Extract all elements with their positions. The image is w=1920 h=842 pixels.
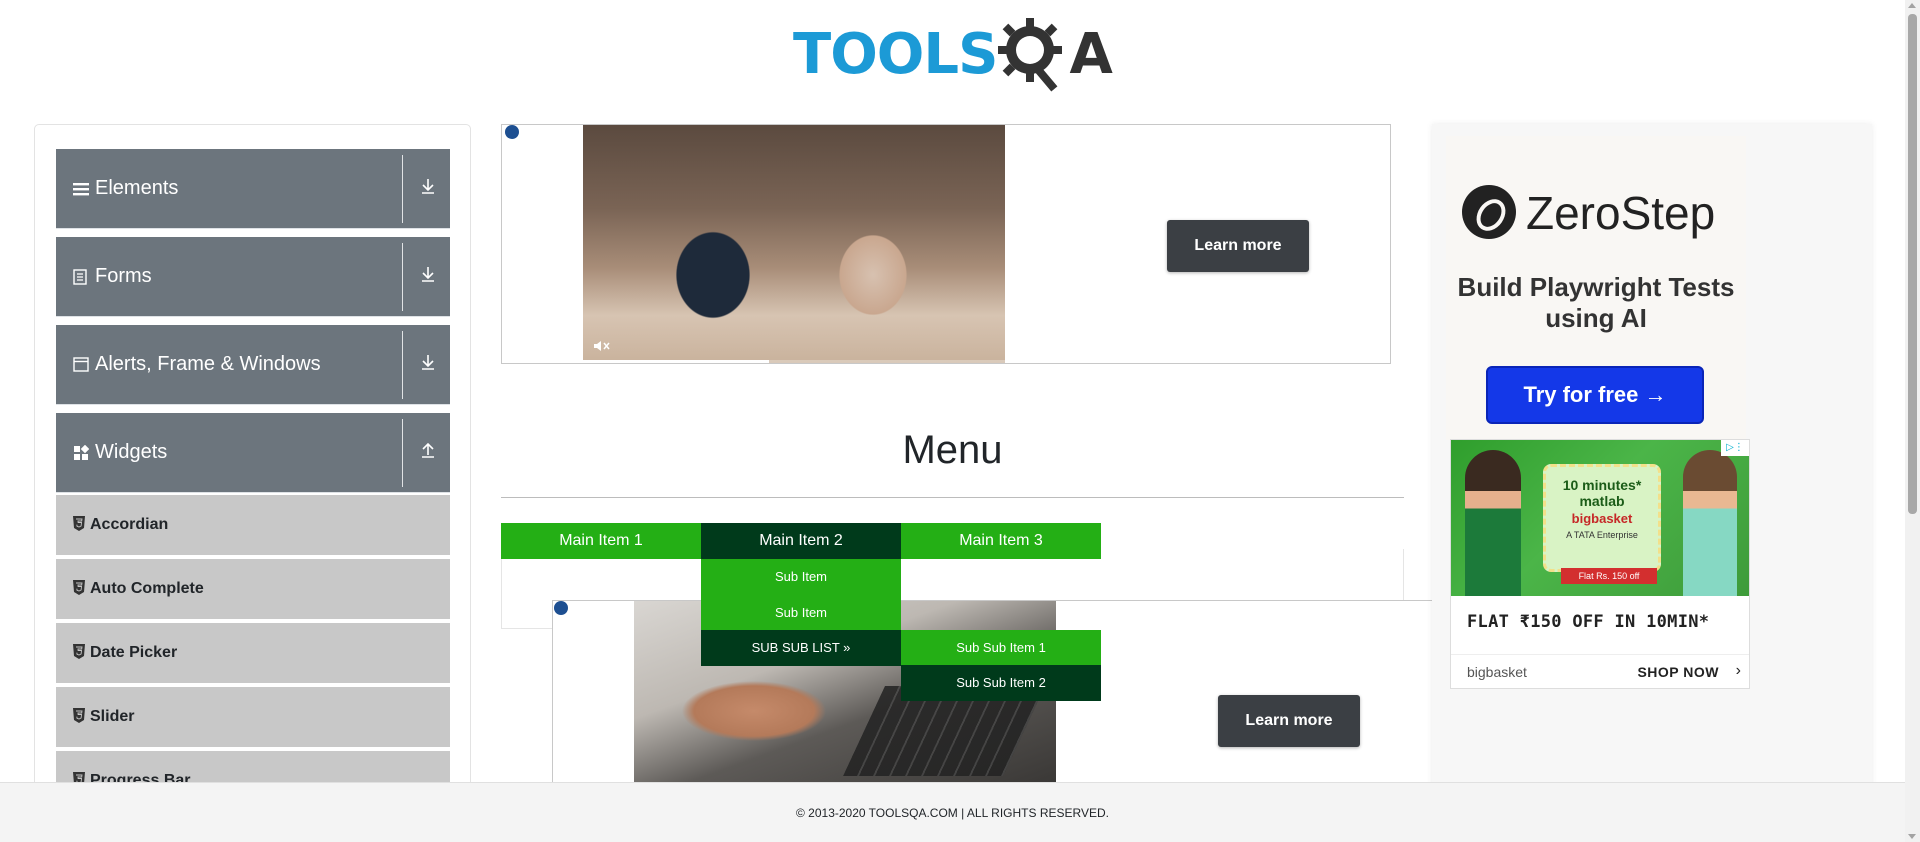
menu-sub-item[interactable]: Sub Item: [701, 559, 901, 595]
bars-icon: [73, 181, 91, 199]
right-ad-column: ZeroStep Build Playwright Tests using AI…: [1432, 124, 1872, 842]
sidebar-group-alerts[interactable]: Alerts, Frame & Windows: [56, 325, 450, 405]
download-icon[interactable]: [420, 353, 438, 375]
html5-icon: [73, 516, 87, 532]
html5-icon: [73, 708, 87, 724]
window-icon: [73, 357, 91, 375]
offer-card-subtitle: A TATA Enterprise: [1566, 530, 1638, 540]
sidebar-item-label: Auto Complete: [90, 580, 204, 597]
sidebar-group-elements[interactable]: Elements: [56, 149, 450, 229]
zerostep-name: ZeroStep: [1526, 187, 1716, 239]
site-header: TOOLS A: [0, 0, 1905, 100]
menu-sub-item[interactable]: Sub Item: [701, 595, 901, 631]
mute-icon[interactable]: [593, 339, 611, 353]
widgets-icon: [73, 444, 91, 463]
menu-sub-sub-item-1[interactable]: Sub Sub Item 1: [901, 630, 1101, 666]
menu-sub-sub-item-2[interactable]: Sub Sub Item 2: [901, 665, 1101, 701]
chevron-right-icon[interactable]: ›: [1736, 662, 1741, 680]
sidebar-item-label: Accordian: [90, 516, 169, 533]
offer-badge: Flat Rs. 150 off: [1561, 568, 1657, 584]
menu-main-item-1[interactable]: Main Item 1: [501, 523, 701, 559]
divider: [1451, 654, 1749, 655]
adchoices-icon[interactable]: [554, 601, 568, 615]
page-scrollbar[interactable]: [1905, 0, 1920, 842]
offer-card-brand: bigbasket: [1571, 511, 1633, 526]
sidebar-item-label: Date Picker: [90, 644, 178, 661]
scroll-down-arrow[interactable]: [1908, 834, 1916, 839]
offer-card-title: 10 minutes* matlab: [1562, 477, 1642, 509]
bigbasket-ad-image[interactable]: 10 minutes* matlab bigbasket A TATA Ente…: [1451, 440, 1749, 596]
scroll-up-arrow[interactable]: [1908, 3, 1916, 8]
video-progress-bar[interactable]: [583, 360, 1005, 363]
title-divider: [501, 497, 1404, 498]
sidebar-item-date-picker[interactable]: Date Picker: [56, 623, 450, 685]
scrollbar-thumb[interactable]: [1908, 14, 1917, 514]
bigbasket-ad[interactable]: 10 minutes* matlab bigbasket A TATA Ente…: [1450, 439, 1750, 689]
ad-info-icon[interactable]: ▷⋮: [1721, 440, 1749, 456]
divider: [402, 419, 403, 487]
sidebar-group-label: Elements: [95, 177, 179, 199]
person-illustration: [1683, 450, 1737, 596]
menu-main-item-3[interactable]: Main Item 3: [901, 523, 1101, 559]
menu-main-item-2[interactable]: Main Item 2: [701, 523, 901, 559]
top-video-ad[interactable]: Learn more: [501, 124, 1391, 364]
toolsqa-logo[interactable]: TOOLS A: [793, 14, 1115, 92]
ad-video[interactable]: [583, 125, 1005, 363]
sidebar-item-slider[interactable]: Slider: [56, 687, 450, 749]
left-sidebar: Elements Forms Alerts, Frame & Windows W…: [34, 124, 471, 842]
zerostep-tagline: Build Playwright Tests using AI: [1457, 272, 1735, 333]
video-progress-fill: [583, 360, 769, 363]
ad-headline[interactable]: FLAT ₹150 OFF IN 10MIN*: [1467, 612, 1709, 632]
sidebar-group-label: Alerts, Frame & Windows: [95, 353, 321, 375]
document-icon: [73, 269, 91, 287]
download-icon[interactable]: [420, 265, 438, 287]
logo-text-blue: TOOLS: [793, 22, 998, 87]
learn-more-button[interactable]: Learn more: [1167, 220, 1309, 272]
person-illustration: [1465, 450, 1521, 596]
sidebar-item-label: Slider: [90, 708, 135, 725]
adchoices-icon[interactable]: [505, 125, 519, 139]
page-footer: © 2013-2020 TOOLSQA.COM | ALL RIGHTS RES…: [0, 782, 1905, 842]
learn-more-button[interactable]: Learn more: [1218, 695, 1360, 747]
zerostep-logo-icon: [1462, 185, 1516, 239]
sidebar-group-label: Widgets: [95, 441, 168, 463]
gear-magnifier-icon: [998, 18, 1062, 92]
sidebar-item-auto-complete[interactable]: Auto Complete: [56, 559, 450, 621]
divider: [402, 155, 403, 223]
menu-sub-sub-list[interactable]: SUB SUB LIST »: [701, 630, 901, 666]
upload-icon[interactable]: [420, 441, 438, 463]
shop-now-button[interactable]: SHOP NOW: [1637, 664, 1719, 680]
divider: [402, 331, 403, 399]
sidebar-item-accordian[interactable]: Accordian: [56, 495, 450, 557]
html5-icon: [73, 580, 87, 596]
html5-icon: [73, 644, 87, 660]
sidebar-group-widgets[interactable]: Widgets: [56, 413, 450, 493]
download-icon[interactable]: [420, 177, 438, 199]
try-for-free-button[interactable]: Try for free →: [1486, 366, 1704, 424]
page-title: Menu: [902, 428, 1003, 472]
sidebar-group-label: Forms: [95, 265, 152, 287]
offer-card: 10 minutes* matlab bigbasket A TATA Ente…: [1543, 464, 1661, 572]
sidebar-group-forms[interactable]: Forms: [56, 237, 450, 317]
logo-text-dark: A: [1069, 22, 1112, 87]
ad-brand[interactable]: bigbasket: [1467, 664, 1527, 680]
zerostep-ad[interactable]: ZeroStep Build Playwright Tests using AI…: [1446, 136, 1746, 440]
divider: [402, 243, 403, 311]
